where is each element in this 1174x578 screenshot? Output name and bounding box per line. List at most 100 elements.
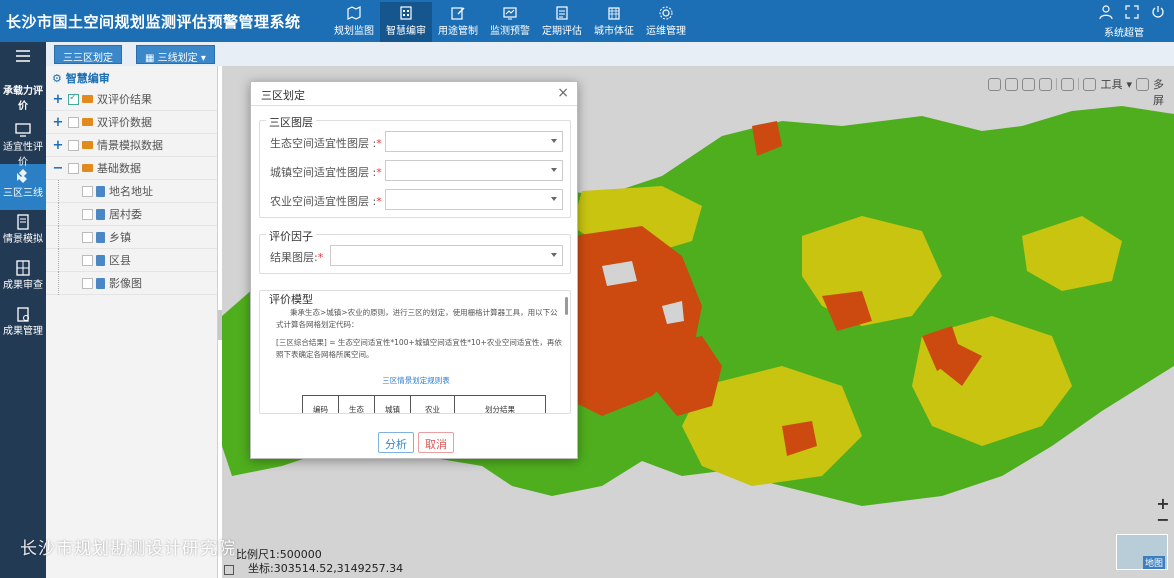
city-icon	[608, 7, 620, 20]
tree-indent	[58, 271, 78, 295]
tree-indent	[58, 225, 78, 249]
field-label-text: 生态空间适宜性图层 :	[270, 137, 377, 150]
nav-item-planning-map[interactable]: 规划监图	[328, 2, 380, 42]
rail-item-suitability[interactable]: 适宜性评价	[0, 118, 46, 168]
tree-node[interactable]: 居村委	[46, 202, 217, 226]
form-row: 结果图层:*	[270, 245, 566, 267]
field-label: 生态空间适宜性图层 :*	[270, 137, 382, 150]
tree-node[interactable]: + 双评价结果	[46, 88, 217, 111]
extent-icon[interactable]	[1022, 77, 1036, 91]
hamburger-icon	[16, 50, 30, 62]
tree-checkbox[interactable]	[82, 277, 93, 289]
tree-node[interactable]: 影像图	[46, 271, 217, 295]
rail-label: 三区三线	[3, 188, 43, 199]
multi-screen-icon[interactable]	[1136, 77, 1149, 91]
tools-dropdown[interactable]: 工具	[1100, 76, 1122, 92]
tree-indent	[58, 179, 78, 203]
tree-node-label: 基础数据	[97, 162, 141, 175]
cancel-button[interactable]: 取消	[418, 432, 454, 453]
zoom-out-button[interactable]: −	[1156, 510, 1170, 529]
power-icon[interactable]	[1150, 4, 1166, 20]
fieldset-legend: 评价模型	[266, 291, 316, 307]
expand-icon[interactable]: +	[52, 115, 64, 130]
tree-checkbox[interactable]	[68, 92, 79, 105]
info-icon[interactable]	[1005, 77, 1019, 91]
scrollbar[interactable]	[565, 297, 568, 315]
nav-label: 监测预警	[490, 26, 530, 37]
rail-item-review[interactable]: 成果审查	[0, 256, 46, 302]
rail-item-carrying-capacity[interactable]: 承载力评价	[0, 72, 46, 118]
tree-checkbox[interactable]	[68, 139, 79, 151]
file-icon	[96, 277, 105, 289]
tab-three-lines[interactable]: ▦ 三线划定 ▾	[136, 45, 215, 64]
coordinate-icon	[224, 565, 234, 575]
form-row: 城镇空间适宜性图层 :*	[270, 160, 566, 182]
clipboard-icon	[17, 307, 29, 322]
ecology-layer-select[interactable]	[385, 131, 563, 152]
tab-bar: 三三区划定 ▦ 三线划定 ▾	[46, 42, 1174, 66]
table-header-cell: 城镇	[375, 396, 411, 413]
tree-node[interactable]: 地名地址	[46, 179, 217, 203]
nav-item-smart-review[interactable]: 智慧编审	[380, 2, 432, 42]
table-header-cell: 生态	[339, 396, 375, 413]
field-label: 结果图层:*	[270, 251, 324, 264]
tree-checkbox[interactable]	[68, 162, 79, 174]
rail-item-scenario[interactable]: 情景模拟	[0, 210, 46, 256]
measure-icon[interactable]	[988, 77, 1002, 91]
top-nav: 规划监图 智慧编审 用途管制 监测预警 定期评估 城市体征 运维管理	[328, 2, 692, 42]
rule-table-title: 三区情景划定规则表	[382, 376, 450, 385]
nav-item-city-signs[interactable]: 城市体征	[588, 2, 640, 42]
print-icon[interactable]	[1039, 77, 1053, 91]
rail-label: 成果管理	[3, 326, 43, 337]
tree-node[interactable]: + 情景模拟数据	[46, 134, 217, 157]
file-icon	[96, 231, 105, 243]
analyze-button[interactable]: 分析	[378, 432, 414, 453]
user-icon[interactable]	[1098, 4, 1114, 20]
rail-item-three-zones[interactable]: 三区三线	[0, 164, 46, 210]
nav-item-monitor-warning[interactable]: 监测预警	[484, 2, 536, 42]
fieldset-legend: 三区图层	[266, 114, 316, 130]
report-icon	[556, 6, 568, 20]
coordinate-readout: 坐标:303514.52,3149257.34	[248, 562, 404, 575]
basemap-switcher[interactable]: 地图	[1116, 534, 1168, 570]
expand-icon[interactable]: +	[52, 92, 64, 107]
nav-item-periodic-eval[interactable]: 定期评估	[536, 2, 588, 42]
fullscreen-icon[interactable]	[1124, 4, 1140, 20]
tree-node-label: 区县	[109, 254, 131, 267]
nav-item-use-control[interactable]: 用途管制	[432, 2, 484, 42]
close-icon[interactable]: ×	[557, 85, 569, 101]
nav-label: 定期评估	[542, 26, 582, 37]
tree-checkbox[interactable]	[82, 185, 93, 197]
user-name[interactable]: 系统超管	[1104, 24, 1144, 39]
tree-checkbox[interactable]	[82, 208, 93, 220]
tree-node[interactable]: 乡镇	[46, 225, 217, 249]
multi-screen-label[interactable]: 多	[1153, 76, 1164, 92]
collapse-icon[interactable]: −	[52, 161, 64, 176]
menu-toggle[interactable]	[0, 42, 46, 72]
tree-checkbox[interactable]	[82, 254, 93, 266]
tree-node[interactable]: 区县	[46, 248, 217, 272]
tree-node-label: 影像图	[109, 277, 142, 290]
tree-node[interactable]: − 基础数据	[46, 157, 217, 180]
agri-layer-select[interactable]	[385, 189, 563, 210]
tree-node[interactable]: + 双评价数据	[46, 111, 217, 134]
town-layer-select[interactable]	[385, 160, 563, 181]
rail-label: 承载力评价	[3, 86, 43, 112]
building-icon	[400, 6, 412, 20]
tab-three-zones[interactable]: 三三区划定	[54, 45, 122, 64]
dialog-title: 三区划定	[261, 89, 305, 102]
folder-icon	[82, 141, 93, 149]
result-layer-select[interactable]	[330, 245, 563, 266]
multi-screen-label-cont[interactable]: 屏	[1153, 92, 1164, 108]
expand-icon[interactable]: +	[52, 138, 64, 153]
nav-item-ops-management[interactable]: 运维管理	[640, 2, 692, 42]
dropdown-caret-icon	[551, 197, 557, 201]
tools-icon[interactable]	[1083, 77, 1097, 91]
fieldset-zone-layers: 三区图层 生态空间适宜性图层 :* 城镇空间适宜性图层 :* 农业空间适宜性图层…	[259, 114, 571, 218]
tree-checkbox[interactable]	[68, 116, 79, 128]
screen-icon	[15, 123, 31, 137]
rail-item-results[interactable]: 成果管理	[0, 302, 46, 348]
clear-icon[interactable]	[1061, 77, 1075, 91]
tree-checkbox[interactable]	[82, 231, 93, 243]
tab-label: 三线划定	[157, 53, 198, 64]
